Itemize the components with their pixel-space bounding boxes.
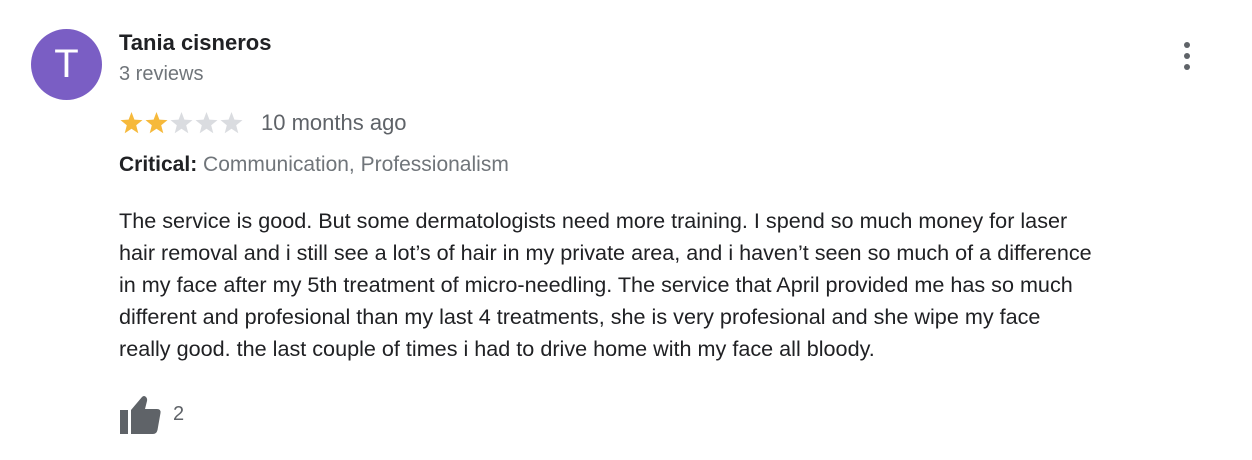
rating-row: 10 months ago	[119, 108, 407, 138]
avatar[interactable]: T	[31, 29, 102, 100]
more-options-button[interactable]	[1168, 38, 1204, 74]
review-timestamp: 10 months ago	[261, 110, 407, 135]
star-empty-icon	[195, 112, 218, 134]
helpful-count: 2	[173, 402, 185, 425]
star-filled-icon	[120, 112, 143, 134]
critical-attributes: Critical: Communication, Professionalism	[119, 153, 509, 177]
review-text: The service is good. But some dermatolog…	[119, 208, 1092, 361]
review-card: T Tania cisneros 3 reviews 10 months ago…	[0, 0, 1252, 460]
critical-label: Critical:	[119, 153, 198, 176]
more-vert-icon-dot	[1184, 64, 1190, 70]
star-rating	[119, 108, 244, 138]
more-vert-icon-dot	[1184, 53, 1190, 59]
more-vert-icon	[1184, 42, 1190, 48]
star-empty-icon	[170, 112, 193, 134]
thumbs-up-icon	[120, 396, 161, 434]
critical-values: Communication, Professionalism	[203, 153, 509, 176]
star-empty-icon	[220, 112, 243, 134]
star-filled-icon	[145, 112, 168, 134]
helpful-button[interactable]: 2	[119, 394, 184, 434]
author-review-count[interactable]: 3 reviews	[119, 63, 203, 86]
author-name[interactable]: Tania cisneros	[119, 30, 271, 56]
